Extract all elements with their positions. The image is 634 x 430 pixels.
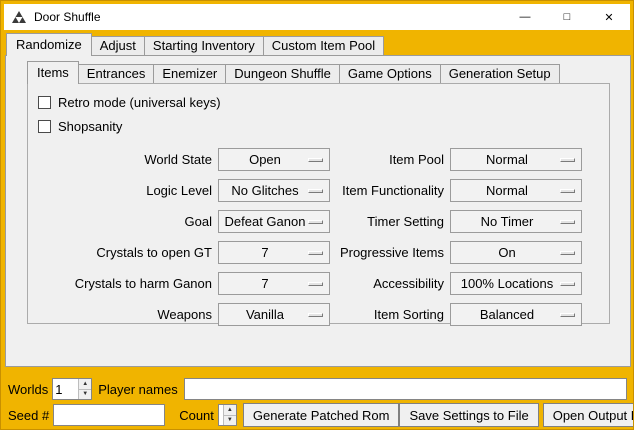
- dropdown-indicator-icon: [308, 282, 323, 286]
- dropdown-indicator-icon: [308, 189, 323, 193]
- retro-mode-checkbox[interactable]: [38, 96, 51, 109]
- settings-grid: World State Open Item Pool Normal Logic …: [28, 144, 609, 330]
- setting-row: Weapons Vanilla Item Sorting Balanced: [28, 299, 609, 330]
- window-title: Door Shuffle: [34, 10, 101, 24]
- progressive-items-dropdown[interactable]: On: [450, 241, 582, 264]
- dropdown-indicator-icon: [560, 313, 575, 317]
- progressive-items-label: Progressive Items: [330, 245, 450, 260]
- spin-down-icon[interactable]: ▼: [78, 390, 91, 400]
- inner-tab-bar: Items Entrances Enemizer Dungeon Shuffle…: [27, 61, 559, 83]
- generate-patched-rom-button[interactable]: Generate Patched Rom: [243, 403, 400, 427]
- item-functionality-dropdown[interactable]: Normal: [450, 179, 582, 202]
- dropdown-indicator-icon: [308, 313, 323, 317]
- dropdown-indicator-icon: [308, 158, 323, 162]
- seed-input[interactable]: [53, 404, 165, 426]
- spin-down-icon[interactable]: ▼: [223, 416, 236, 426]
- tab-custom-item-pool[interactable]: Custom Item Pool: [263, 36, 384, 55]
- crystals-ganon-label: Crystals to harm Ganon: [28, 276, 218, 291]
- titlebar: Door Shuffle — □ ✕: [4, 4, 630, 30]
- close-icon[interactable]: ✕: [588, 4, 630, 30]
- outer-tab-bar: Randomize Adjust Starting Inventory Cust…: [6, 33, 383, 55]
- setting-row: Crystals to harm Ganon 7 Accessibility 1…: [28, 268, 609, 299]
- dropdown-indicator-icon: [560, 282, 575, 286]
- save-settings-button[interactable]: Save Settings to File: [399, 403, 538, 427]
- dropdown-indicator-icon: [560, 158, 575, 162]
- door-shuffle-window: Door Shuffle — □ ✕ Randomize Adjust Star…: [0, 0, 634, 430]
- retro-mode-row: Retro mode (universal keys): [28, 90, 609, 114]
- seed-label: Seed #: [8, 408, 49, 423]
- goal-dropdown[interactable]: Defeat Ganon: [218, 210, 330, 233]
- item-pool-label: Item Pool: [330, 152, 450, 167]
- worlds-row: Worlds ▲ ▼ Player names: [8, 378, 627, 400]
- goal-label: Goal: [28, 214, 218, 229]
- world-state-dropdown[interactable]: Open: [218, 148, 330, 171]
- tab-adjust[interactable]: Adjust: [91, 36, 145, 55]
- logic-level-label: Logic Level: [28, 183, 218, 198]
- items-page: Retro mode (universal keys) Shopsanity W…: [27, 83, 610, 324]
- spin-up-icon[interactable]: ▲: [78, 379, 91, 390]
- accessibility-label: Accessibility: [330, 276, 450, 291]
- tab-entrances[interactable]: Entrances: [78, 64, 155, 83]
- maximize-icon[interactable]: □: [546, 4, 588, 30]
- logic-level-dropdown[interactable]: No Glitches: [218, 179, 330, 202]
- shopsanity-label: Shopsanity: [58, 119, 122, 134]
- weapons-dropdown[interactable]: Vanilla: [218, 303, 330, 326]
- count-stepper[interactable]: ▲ ▼: [218, 404, 237, 426]
- timer-setting-label: Timer Setting: [330, 214, 450, 229]
- dropdown-indicator-icon: [308, 220, 323, 224]
- open-output-directory-button[interactable]: Open Output Directory: [543, 403, 634, 427]
- setting-row: Logic Level No Glitches Item Functionali…: [28, 175, 609, 206]
- crystals-ganon-dropdown[interactable]: 7: [218, 272, 330, 295]
- setting-row: Crystals to open GT 7 Progressive Items …: [28, 237, 609, 268]
- crystals-gt-label: Crystals to open GT: [28, 245, 218, 260]
- worlds-label: Worlds: [8, 382, 48, 397]
- spin-up-icon[interactable]: ▲: [223, 405, 236, 416]
- tab-randomize[interactable]: Randomize: [6, 33, 92, 56]
- item-functionality-label: Item Functionality: [330, 183, 450, 198]
- tab-generation-setup[interactable]: Generation Setup: [440, 64, 560, 83]
- player-names-input[interactable]: [184, 378, 627, 400]
- tab-dungeon-shuffle[interactable]: Dungeon Shuffle: [225, 64, 340, 83]
- count-label: Count: [179, 408, 214, 423]
- accessibility-dropdown[interactable]: 100% Locations: [450, 272, 582, 295]
- setting-row: Goal Defeat Ganon Timer Setting No Timer: [28, 206, 609, 237]
- world-state-label: World State: [28, 152, 218, 167]
- timer-setting-dropdown[interactable]: No Timer: [450, 210, 582, 233]
- minimize-icon[interactable]: —: [504, 4, 546, 30]
- dropdown-indicator-icon: [308, 251, 323, 255]
- worlds-input[interactable]: [53, 379, 78, 399]
- item-pool-dropdown[interactable]: Normal: [450, 148, 582, 171]
- window-controls: — □ ✕: [504, 4, 630, 30]
- worlds-stepper[interactable]: ▲ ▼: [52, 378, 92, 400]
- item-sorting-dropdown[interactable]: Balanced: [450, 303, 582, 326]
- randomize-page: Items Entrances Enemizer Dungeon Shuffle…: [5, 55, 631, 367]
- tab-enemizer[interactable]: Enemizer: [153, 64, 226, 83]
- crystals-gt-dropdown[interactable]: 7: [218, 241, 330, 264]
- retro-mode-label: Retro mode (universal keys): [58, 95, 221, 110]
- shopsanity-checkbox[interactable]: [38, 120, 51, 133]
- tab-game-options[interactable]: Game Options: [339, 64, 441, 83]
- weapons-label: Weapons: [28, 307, 218, 322]
- setting-row: World State Open Item Pool Normal: [28, 144, 609, 175]
- seed-row: Seed # Count ▲ ▼ Generate Patched Rom Sa…: [8, 403, 627, 427]
- shopsanity-row: Shopsanity: [28, 114, 609, 138]
- item-sorting-label: Item Sorting: [330, 307, 450, 322]
- tab-starting-inventory[interactable]: Starting Inventory: [144, 36, 264, 55]
- dropdown-indicator-icon: [560, 220, 575, 224]
- app-icon: [11, 9, 27, 25]
- dropdown-indicator-icon: [560, 251, 575, 255]
- tab-items[interactable]: Items: [27, 61, 79, 84]
- dropdown-indicator-icon: [560, 189, 575, 193]
- player-names-label: Player names: [98, 382, 177, 397]
